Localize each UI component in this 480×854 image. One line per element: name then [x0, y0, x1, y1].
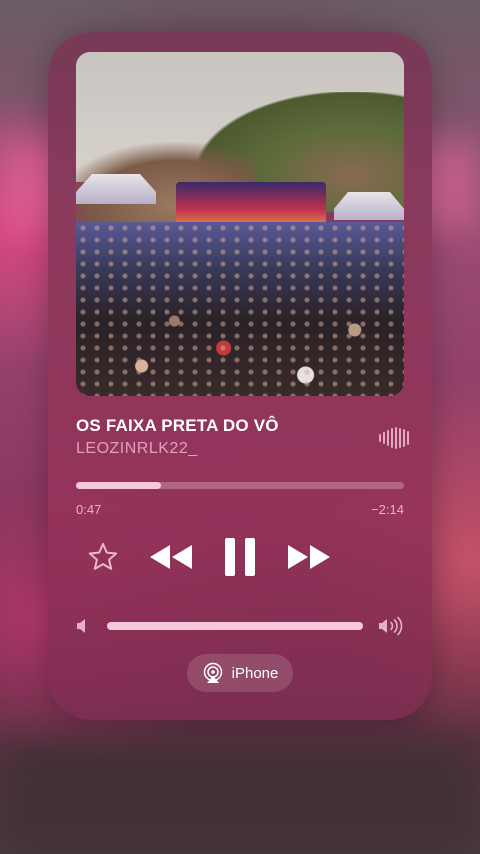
remaining-time: −2:14: [371, 502, 404, 517]
speaker-high-icon: [379, 616, 403, 636]
speaker-low-icon: [77, 619, 85, 633]
track-title[interactable]: OS FAIXA PRETA DO VÔ: [76, 416, 279, 436]
waveform-icon: [379, 427, 409, 449]
pause-button[interactable]: [218, 532, 262, 582]
fast-forward-icon: [288, 545, 330, 569]
airplay-output-button[interactable]: iPhone: [187, 654, 293, 692]
now-playing-card: OS FAIXA PRETA DO VÔ LEOZINRLK22_ 0:47 −…: [48, 32, 432, 720]
volume-control: [76, 616, 404, 638]
rewind-icon: [150, 545, 192, 569]
progress-fill: [76, 482, 162, 489]
progress-scrubber[interactable]: [76, 482, 404, 489]
fast-forward-button[interactable]: [284, 538, 334, 576]
airplay-device-label: iPhone: [231, 664, 279, 682]
background-blur-bottom: [0, 740, 480, 854]
pause-icon: [225, 538, 255, 576]
elapsed-time: 0:47: [76, 502, 102, 517]
volume-slider[interactable]: [107, 622, 363, 630]
rewind-button[interactable]: [146, 538, 196, 576]
star-icon: [88, 542, 118, 570]
concert-crowd: [76, 222, 404, 396]
track-artist[interactable]: LEOZINRLK22_: [76, 440, 198, 458]
volume-fill: [107, 622, 363, 630]
album-artwork[interactable]: [76, 52, 404, 396]
airplay-icon: [203, 662, 222, 683]
favorite-button[interactable]: [84, 538, 122, 576]
